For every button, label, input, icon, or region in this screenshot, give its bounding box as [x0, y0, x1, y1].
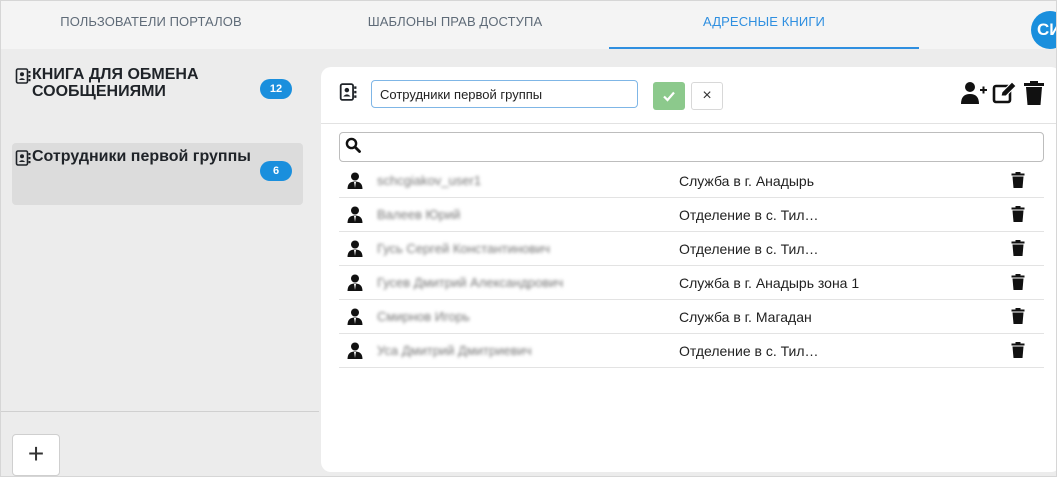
user-icon [347, 308, 363, 325]
member-name: Уса Дмитрий Дмитриевич [377, 343, 532, 358]
member-list: schcgiakov_user1 Служба в г. Анадырь Валее… [339, 164, 1044, 368]
member-name: Гусь Сергей Константинович [377, 241, 551, 256]
tab-portal-users[interactable]: ПОЛЬЗОВАТЕЛИ ПОРТАЛОВ [1, 1, 301, 47]
member-name: Смирнов Игорь [377, 309, 470, 324]
divider [321, 123, 1056, 124]
user-icon [347, 240, 363, 257]
app-window: ПОЛЬЗОВАТЕЛИ ПОРТАЛОВ ШАБЛОНЫ ПРАВ ДОСТУ… [0, 0, 1057, 477]
member-unit: Отделение в с. Тил… [679, 343, 819, 359]
table-row[interactable]: Гусев Дмитрий Александрович Служба в г. А… [339, 266, 1044, 300]
confirm-button[interactable] [653, 82, 685, 110]
table-row[interactable]: Смирнов Игорь Служба в г. Магадан [339, 300, 1044, 334]
add-user-icon[interactable] [961, 80, 987, 106]
sidebar-item-book-messaging[interactable]: КНИГА ДЛЯ ОБМЕНА СООБЩЕНИЯМИ 12 [12, 61, 303, 123]
book-title: Сотрудники первой группы [32, 148, 251, 165]
member-unit: Отделение в с. Тил… [679, 241, 819, 257]
member-unit: Служба в г. Анадырь [679, 173, 815, 189]
address-book-icon [339, 83, 357, 101]
address-book-icon [15, 150, 31, 166]
trash-icon[interactable] [1011, 172, 1025, 188]
table-row[interactable]: Гусь Сергей Константинович Отделение в с.… [339, 232, 1044, 266]
book-actions [961, 80, 1051, 106]
count-badge: 6 [260, 161, 292, 181]
user-icon [347, 172, 363, 189]
count-badge: 12 [260, 79, 292, 99]
user-icon [347, 342, 363, 359]
member-name: schcgiakov_user1 [377, 173, 482, 188]
search-input[interactable] [368, 136, 1032, 158]
add-book-button[interactable]: + [12, 434, 60, 476]
table-row[interactable]: schcgiakov_user1 Служба в г. Анадырь [339, 164, 1044, 198]
trash-icon[interactable] [1011, 240, 1025, 256]
trash-icon[interactable] [1011, 274, 1025, 290]
trash-icon[interactable] [1011, 206, 1025, 222]
user-icon [347, 206, 363, 223]
trash-icon[interactable] [1011, 308, 1025, 324]
address-book-icon [15, 68, 31, 84]
cancel-button[interactable]: × [691, 82, 723, 110]
member-unit: Служба в г. Анадырь зона 1 [679, 275, 860, 291]
table-row[interactable]: Уса Дмитрий Дмитриевич Отделение в с. Тил… [339, 334, 1044, 368]
table-row[interactable]: Валеев Юрий Отделение в с. Тил… [339, 198, 1044, 232]
user-icon [347, 274, 363, 291]
trash-icon[interactable] [1021, 80, 1047, 106]
top-tabs: ПОЛЬЗОВАТЕЛИ ПОРТАЛОВ ШАБЛОНЫ ПРАВ ДОСТУ… [1, 1, 1056, 49]
check-icon [663, 91, 675, 102]
member-unit: Отделение в с. Тил… [679, 207, 819, 223]
avatar[interactable]: СИ [1031, 11, 1056, 49]
sidebar-item-book-first-group[interactable]: Сотрудники первой группы 6 [12, 143, 303, 205]
edit-icon[interactable] [992, 80, 1018, 106]
member-name: Валеев Юрий [377, 207, 461, 222]
search-icon [345, 137, 361, 153]
member-name: Гусев Дмитрий Александрович [377, 275, 564, 290]
search-box [339, 132, 1044, 162]
book-name-input[interactable] [371, 80, 638, 108]
tab-access-templates[interactable]: ШАБЛОНЫ ПРАВ ДОСТУПА [301, 1, 609, 47]
divider [1, 411, 319, 412]
tab-address-books[interactable]: АДРЕСНЫЕ КНИГИ [609, 1, 919, 49]
member-unit: Служба в г. Магадан [679, 309, 812, 325]
book-detail-panel: × sch [321, 67, 1056, 472]
sidebar: КНИГА ДЛЯ ОБМЕНА СООБЩЕНИЯМИ 12 Сотрудни… [1, 49, 319, 476]
trash-icon[interactable] [1011, 342, 1025, 358]
book-title: КНИГА ДЛЯ ОБМЕНА СООБЩЕНИЯМИ [32, 66, 199, 100]
